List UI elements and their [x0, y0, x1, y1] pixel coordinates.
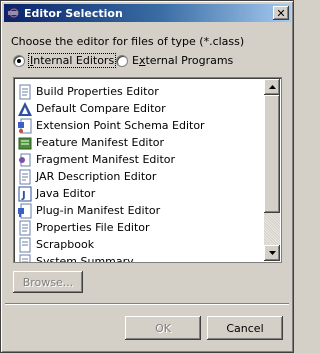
vertical-scrollbar[interactable]	[264, 79, 280, 261]
window-title: Editor Selection	[24, 6, 123, 20]
list-item-label: Feature Manifest Editor	[36, 136, 165, 149]
external-programs-radio[interactable]: External Programs	[116, 54, 233, 67]
list-item-label: Default Compare Editor	[36, 102, 166, 115]
properties-file-icon	[19, 220, 31, 235]
separator	[5, 303, 289, 305]
list-item[interactable]: Feature Manifest Editor	[16, 134, 263, 151]
radio-unchecked-icon	[116, 54, 128, 67]
svg-text:J: J	[21, 190, 26, 201]
scrollbar-thumb[interactable]	[264, 95, 280, 213]
list-item-label: System Summary	[36, 255, 134, 263]
radio-checked-icon	[13, 54, 25, 67]
compare-editor-icon	[18, 101, 32, 116]
list-item-label: Properties File Editor	[36, 221, 150, 234]
close-button[interactable]: ✕	[273, 6, 289, 20]
list-item[interactable]: Extension Point Schema Editor	[16, 117, 263, 134]
plugin-manifest-icon	[18, 203, 32, 218]
list-item[interactable]: Build Properties Editor	[16, 83, 263, 100]
list-item[interactable]: Plug-in Manifest Editor	[16, 202, 263, 219]
list-item-label: Extension Point Schema Editor	[36, 119, 205, 132]
list-item[interactable]: System Summary	[16, 253, 263, 263]
jar-description-icon	[19, 169, 31, 184]
ok-button[interactable]: OK	[125, 316, 201, 340]
list-item-label: JAR Description Editor	[36, 170, 157, 183]
editor-list[interactable]: Build Properties Editor Default Compare E…	[13, 77, 282, 263]
list-item[interactable]: Fragment Manifest Editor	[16, 151, 263, 168]
schema-editor-icon	[18, 118, 32, 133]
list-item[interactable]: Properties File Editor	[16, 219, 263, 236]
list-item[interactable]: Default Compare Editor	[16, 100, 263, 117]
scrapbook-icon	[19, 237, 31, 252]
feature-manifest-icon	[18, 137, 32, 149]
properties-file-icon	[19, 84, 31, 99]
list-item-label: Plug-in Manifest Editor	[36, 204, 161, 217]
editor-selection-dialog: Editor Selection ✕ Choose the editor for…	[0, 0, 294, 353]
scroll-up-button[interactable]	[264, 79, 280, 95]
list-item-label: Java Editor	[36, 187, 96, 200]
eclipse-icon	[7, 7, 19, 19]
title-bar[interactable]: Editor Selection ✕	[4, 4, 291, 22]
file-type-prompt: Choose the editor for files of type (*.c…	[11, 35, 245, 48]
list-item-label: Fragment Manifest Editor	[36, 153, 176, 166]
internal-editors-radio[interactable]: Internal Editors	[13, 53, 117, 68]
list-item[interactable]: JAR Description Editor	[16, 168, 263, 185]
list-item-label: Scrapbook	[36, 238, 95, 251]
list-item[interactable]: J Java Editor	[16, 185, 263, 202]
java-editor-icon: J	[18, 186, 32, 201]
arrow-up-icon	[268, 85, 276, 89]
close-icon: ✕	[276, 6, 286, 20]
internal-editors-label: Internal Editors	[27, 53, 117, 68]
list-item-label: Build Properties Editor	[36, 85, 159, 98]
list-item[interactable]: Scrapbook	[16, 236, 263, 253]
scroll-down-button[interactable]	[264, 245, 280, 261]
fragment-manifest-icon	[19, 153, 31, 166]
browse-button[interactable]: Browse...	[13, 271, 83, 293]
arrow-down-icon	[268, 251, 276, 255]
external-programs-label: External Programs	[132, 54, 234, 67]
system-summary-icon	[19, 254, 31, 262]
cancel-button[interactable]: Cancel	[207, 316, 283, 340]
